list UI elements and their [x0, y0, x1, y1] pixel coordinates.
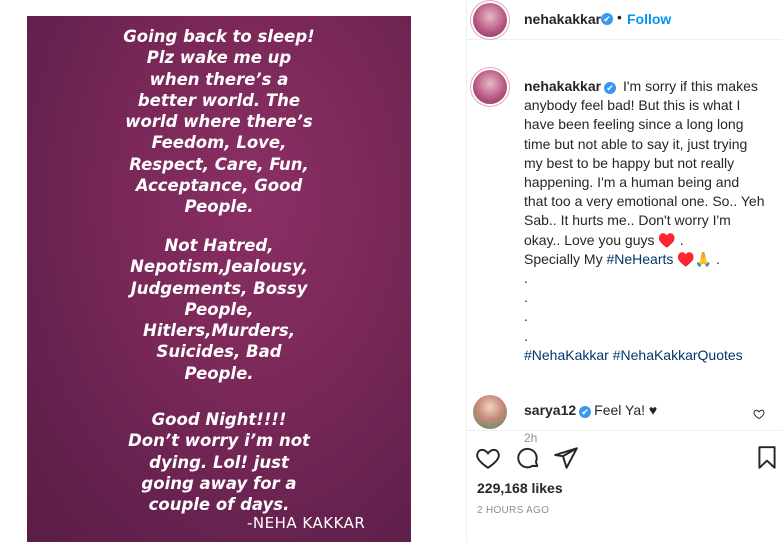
comment-text: Feel Ya! ♥: [594, 402, 658, 418]
comment-row: sarya12 ✔ Feel Ya! ♥: [467, 395, 782, 429]
hashtag-nehakakkar[interactable]: #NehaKakkar: [524, 347, 609, 363]
hashtag-nehakakkarquotes[interactable]: #NehaKakkarQuotes: [613, 347, 743, 363]
caption-line: time but not able to say it, just trying: [524, 135, 748, 152]
verified-badge-icon: ✔: [601, 13, 613, 25]
story-signature: -NEHA KAKKAR: [247, 514, 366, 532]
posted-timestamp[interactable]: 2 HOURS AGO: [477, 505, 549, 516]
author-avatar[interactable]: [473, 3, 507, 37]
verified-badge-icon: ✔: [579, 406, 592, 418]
hashtag-nehearts[interactable]: #NeHearts: [606, 251, 673, 267]
story-paragraph-1: Going back to sleep! Plz wake me up when…: [123, 27, 315, 217]
post-image[interactable]: Going back to sleep! Plz wake me up when…: [0, 0, 466, 542]
caption-line: Sab.. It hurts me.. Don't worry I'm: [524, 212, 731, 229]
caption-line: Specially My #NeHearts ♥️🙏 .: [524, 250, 782, 269]
follow-button[interactable]: Follow: [627, 11, 671, 27]
story-paragraph-2: Not Hatred, Nepotism,Jealousy, Judgement…: [130, 236, 308, 383]
author-username[interactable]: nehakakkar: [524, 11, 601, 27]
caption-dot: .: [524, 270, 528, 287]
commenter-avatar[interactable]: [473, 395, 507, 429]
caption-avatar[interactable]: [473, 70, 507, 104]
commenter-username[interactable]: sarya12: [524, 402, 576, 418]
caption-special-suffix: ♥️🙏 .: [673, 250, 720, 267]
action-bar: [467, 430, 782, 475]
heart-icon[interactable]: [475, 445, 501, 471]
caption-specially: Specially My: [524, 250, 607, 267]
caption-line: happening. I'm a human being and: [524, 174, 740, 191]
caption-line: have been feeling since a long long: [524, 116, 744, 133]
caption-line: my best to be happy but not really: [524, 154, 735, 171]
caption-line: okay.. Love you guys ♥️ .: [524, 231, 684, 248]
comment-text-wrap: sarya12 ✔ Feel Ya! ♥: [524, 402, 657, 418]
like-count[interactable]: 229,168 likes: [477, 480, 563, 496]
verified-badge-icon: ✔: [604, 82, 617, 94]
story-paragraph-3: Good Night!!!! Don’t worry i’m not dying…: [128, 410, 310, 515]
caption-line: that too a very emotional one. So.. Yeh: [524, 193, 765, 210]
caption-dot: .: [524, 327, 528, 344]
caption-text: nehakakkar ✔ I'm sorry if this makes anyb…: [524, 77, 782, 365]
caption-hashtags: #NehaKakkar #NehaKakkarQuotes: [524, 346, 782, 365]
share-icon[interactable]: [553, 445, 579, 471]
caption-dot: .: [524, 308, 528, 325]
separator-dot: •: [617, 9, 622, 25]
caption-dot: .: [524, 289, 528, 306]
bookmark-icon[interactable]: [754, 445, 780, 471]
caption-line: anybody feel bad! But this is what I: [524, 97, 741, 114]
comment-like-heart-icon[interactable]: [753, 408, 765, 420]
caption-username[interactable]: nehakakkar: [524, 78, 601, 94]
story-card: Going back to sleep! Plz wake me up when…: [27, 16, 411, 542]
caption-line: I'm sorry if this makes: [622, 78, 758, 94]
comment-icon[interactable]: [515, 445, 541, 471]
post-header: nehakakkar ✔ • Follow: [467, 0, 782, 40]
post-sidebar: nehakakkar ✔ • Follow nehakakkar ✔ I'm so…: [466, 0, 782, 542]
